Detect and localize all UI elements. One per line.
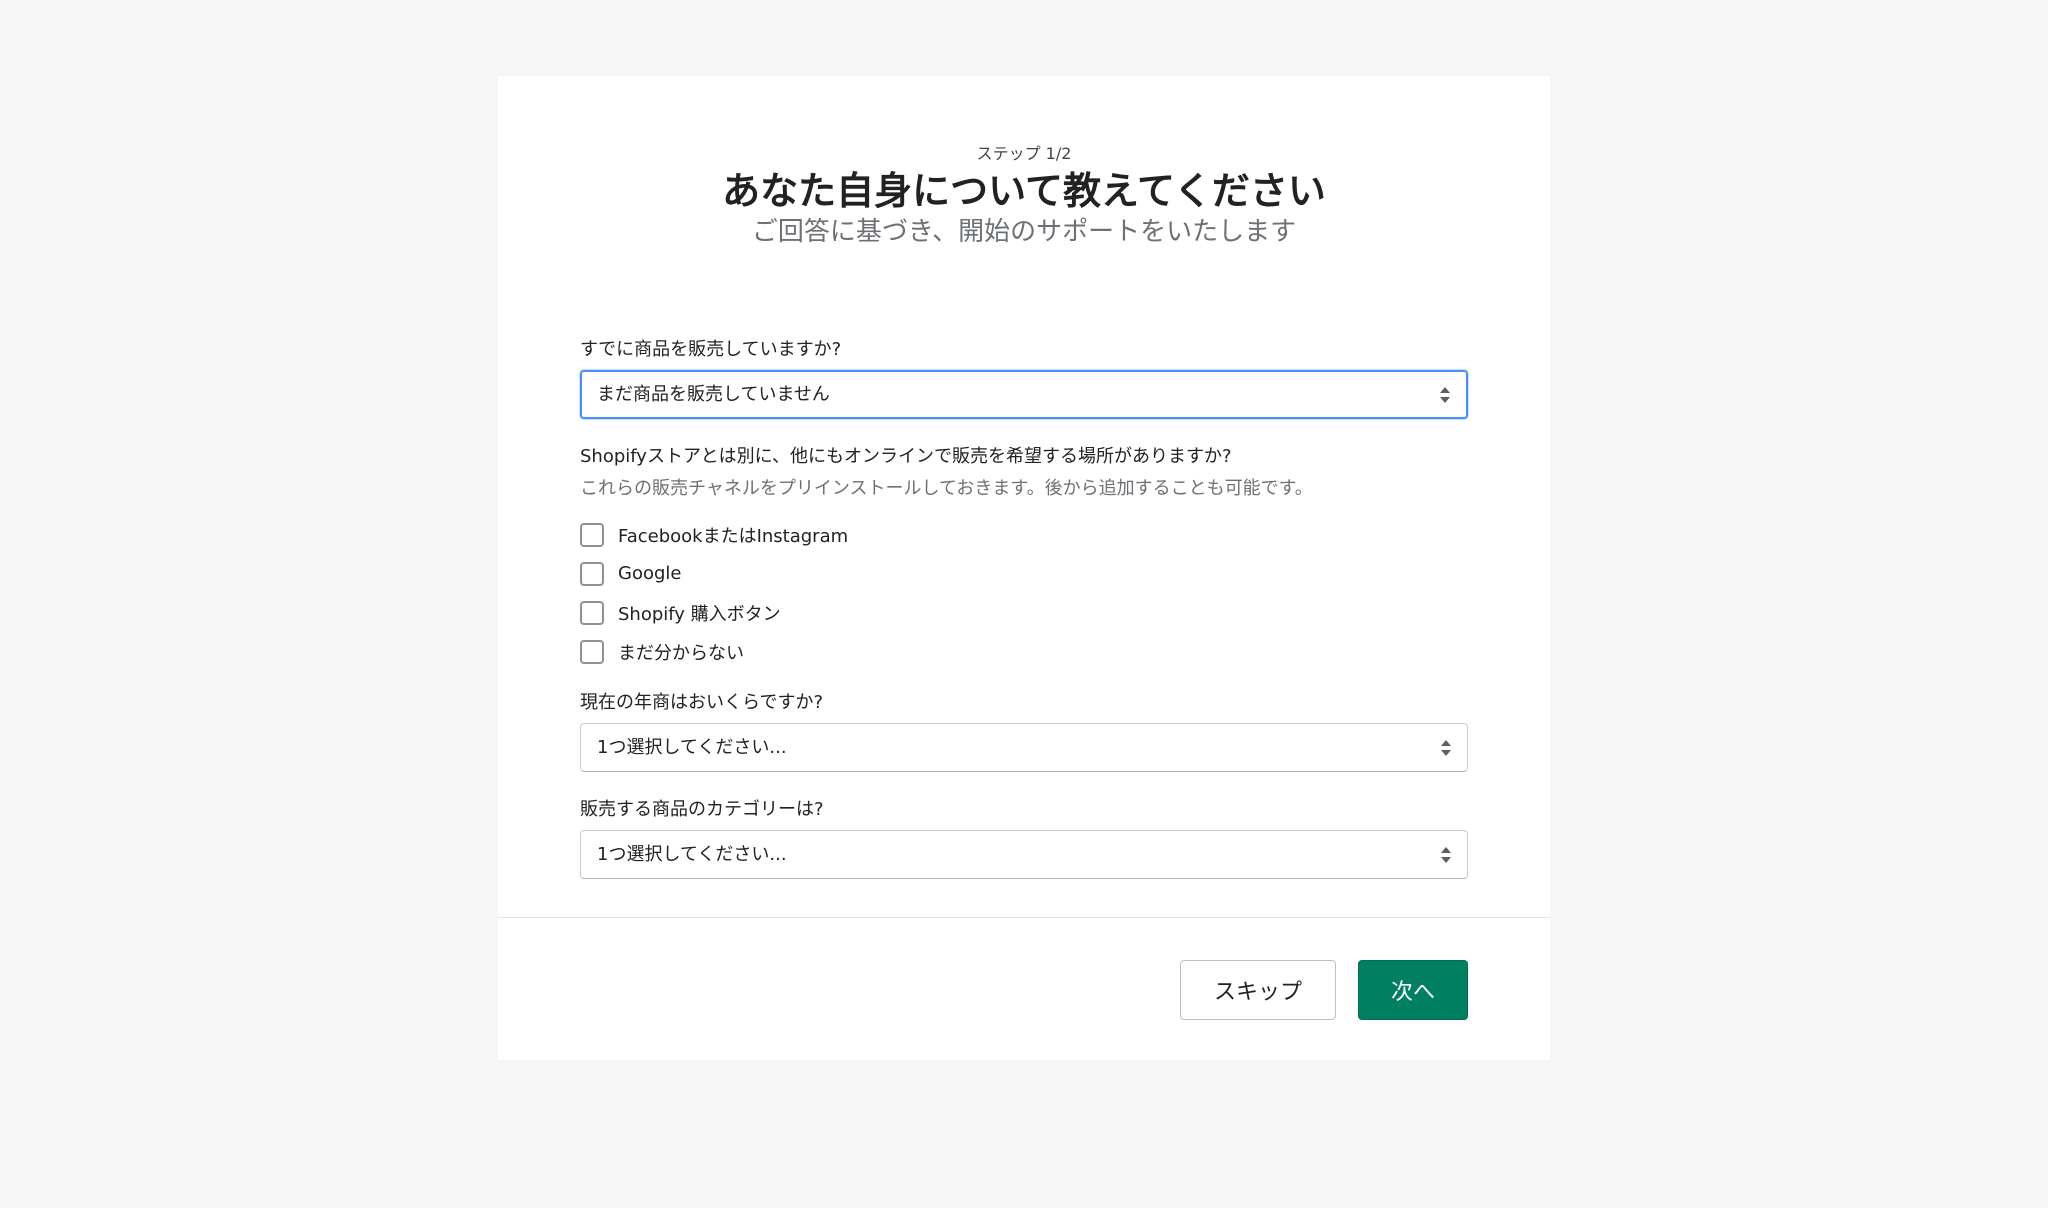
- select-arrows-icon: [1441, 739, 1451, 756]
- card-header: ステップ 1/2 あなた自身について教えてください ご回答に基づき、開始のサポー…: [498, 144, 1550, 248]
- next-button[interactable]: 次へ: [1358, 960, 1468, 1020]
- card-footer: スキップ 次へ: [1180, 960, 1468, 1020]
- checkbox[interactable]: [580, 561, 604, 586]
- channel-option-label: Google: [618, 563, 682, 584]
- channels-label: Shopifyストアとは別に、他にもオンラインで販売を希望する場所がありますか?: [580, 446, 1232, 467]
- channel-option-google[interactable]: Google: [580, 554, 1468, 593]
- channel-option-label: Shopify 購入ボタン: [618, 603, 781, 625]
- checkbox[interactable]: [580, 639, 604, 664]
- channel-option-label: FacebookまたはInstagram: [618, 525, 849, 547]
- revenue-select[interactable]: 1つ選択してください...: [580, 723, 1468, 772]
- selling-question: すでに商品を販売していますか? まだ商品を販売していません: [580, 338, 1468, 419]
- page-title: あなた自身について教えてください: [722, 169, 1326, 213]
- channel-option-not-sure[interactable]: まだ分からない: [580, 632, 1468, 671]
- revenue-label: 現在の年商はおいくらですか?: [580, 692, 824, 713]
- selling-select[interactable]: まだ商品を販売していません: [580, 370, 1468, 419]
- checkbox[interactable]: [580, 522, 604, 547]
- selling-select-value: まだ商品を販売していません: [597, 384, 830, 405]
- channels-checklist: FacebookまたはInstagram Google Shopify 購入ボタ…: [580, 515, 1468, 671]
- footer-divider: [498, 917, 1550, 918]
- channels-help-text: これらの販売チャネルをプリインストールしておきます。後から追加することも可能です…: [580, 478, 1313, 499]
- checkbox[interactable]: [580, 600, 604, 625]
- channels-question: Shopifyストアとは別に、他にもオンラインで販売を希望する場所がありますか?…: [580, 445, 1468, 671]
- onboarding-card: ステップ 1/2 あなた自身について教えてください ご回答に基づき、開始のサポー…: [498, 76, 1550, 1060]
- page-subtitle: ご回答に基づき、開始のサポートをいたします: [751, 217, 1297, 247]
- channel-option-facebook-instagram[interactable]: FacebookまたはInstagram: [580, 515, 1468, 554]
- revenue-question: 現在の年商はおいくらですか? 1つ選択してください...: [580, 691, 1468, 772]
- selling-label: すでに商品を販売していますか?: [580, 339, 842, 360]
- category-question: 販売する商品のカテゴリーは? 1つ選択してください...: [580, 798, 1468, 879]
- step-indicator: ステップ 1/2: [976, 144, 1072, 163]
- category-select-value: 1つ選択してください...: [597, 844, 787, 865]
- select-arrows-icon: [1440, 386, 1450, 403]
- channel-option-label: まだ分からない: [618, 642, 744, 664]
- survey-form: すでに商品を販売していますか? まだ商品を販売していません Shopifyストア…: [580, 338, 1468, 879]
- select-arrows-icon: [1441, 846, 1451, 863]
- skip-button[interactable]: スキップ: [1180, 960, 1336, 1020]
- category-select[interactable]: 1つ選択してください...: [580, 830, 1468, 879]
- revenue-select-value: 1つ選択してください...: [597, 737, 787, 758]
- channel-option-buy-button[interactable]: Shopify 購入ボタン: [580, 593, 1468, 632]
- category-label: 販売する商品のカテゴリーは?: [580, 799, 824, 820]
